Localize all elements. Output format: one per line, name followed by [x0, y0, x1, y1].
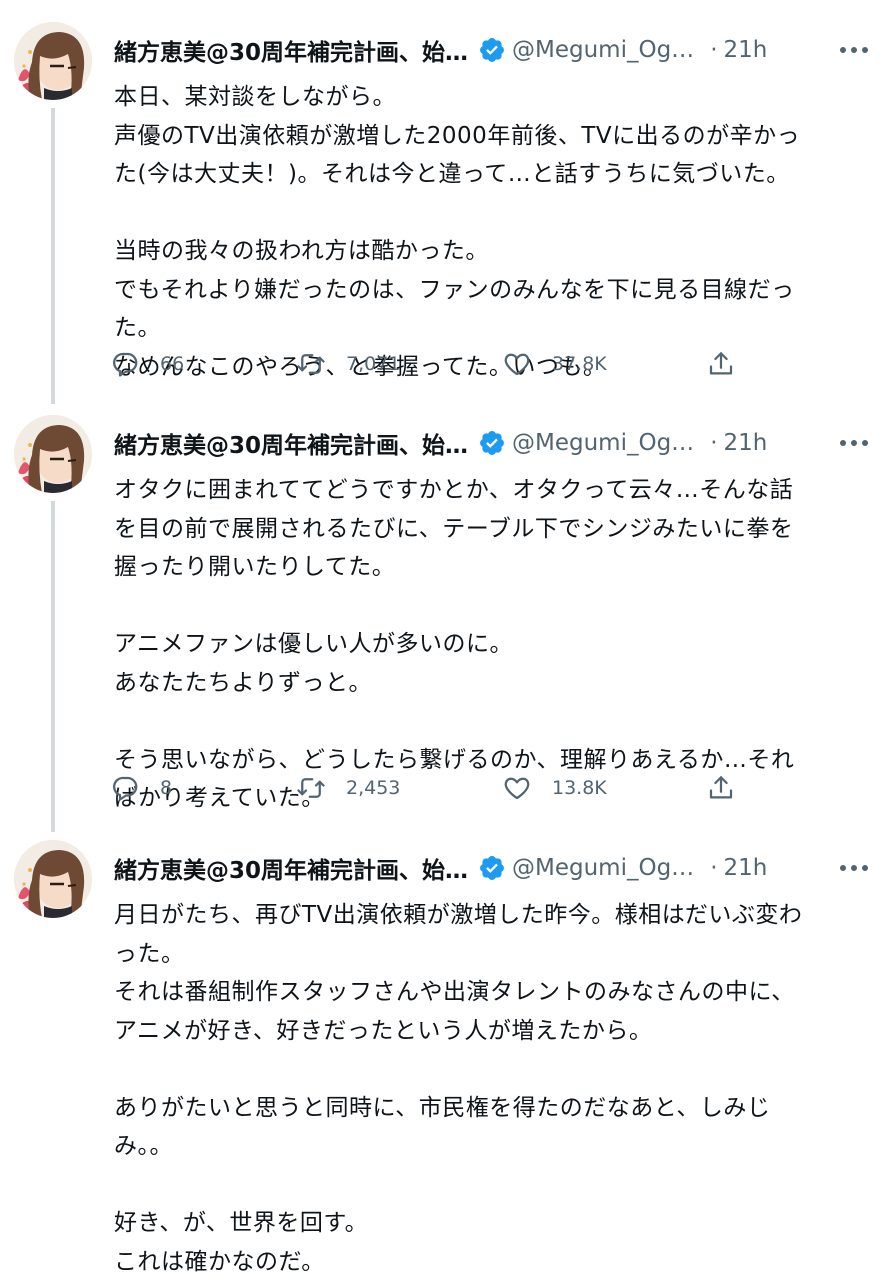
author-handle[interactable]: @Megumi_Og… [512, 37, 694, 63]
retweet-button[interactable]: 7,071 [296, 344, 400, 384]
retweet-icon [296, 773, 326, 803]
tweet-line: た。 [114, 309, 864, 348]
thread-connector-line [51, 108, 55, 404]
more-icon[interactable] [834, 854, 874, 882]
reply-count: 66 [160, 353, 184, 375]
reply-icon [110, 349, 140, 379]
like-icon [502, 349, 532, 379]
reply-icon [110, 773, 140, 803]
reply-button[interactable]: 8 [110, 768, 172, 808]
tweet-line: 本日、某対談をしながら。 [114, 78, 864, 117]
like-icon [502, 773, 532, 803]
tweet-line: あなたたちよりずっと。 [114, 664, 864, 703]
verified-badge-icon [478, 36, 506, 64]
tweet-line: アニメファンは優しい人が多いのに。 [114, 625, 864, 664]
tweet-header: 緒方恵美@30周年補完計画、始… @Megumi_Og… · 21h [114, 30, 876, 70]
timestamp[interactable]: 21h [724, 37, 768, 63]
tweet-text: 月日がたち、再びTV出演依頼が激増した昨今。様相はだいぶ変わ った。 それは番組… [114, 896, 864, 1281]
tweet-line: た(今は大丈夫！)。それは今と違って…と話すうちに気づいた。 [114, 155, 864, 194]
share-icon [706, 773, 736, 803]
more-icon[interactable] [834, 429, 874, 457]
verified-badge-icon [478, 429, 506, 457]
like-count: 37.8K [552, 353, 607, 375]
tweet-line: 握ったり開いたりしてた。 [114, 548, 864, 587]
retweet-count: 2,453 [346, 777, 400, 799]
tweet-text: 本日、某対談をしながら。 声優のTV出演依頼が激増した2000年前後、TVに出る… [114, 78, 864, 386]
like-button[interactable]: 37.8K [502, 344, 607, 384]
author-handle[interactable]: @Megumi_Og… [512, 855, 694, 881]
author-name[interactable]: 緒方恵美@30周年補完計画、始… [114, 33, 468, 67]
retweet-icon [296, 349, 326, 379]
verified-badge-icon [478, 854, 506, 882]
tweet-actions: 66 7,071 37.8K [110, 344, 760, 384]
share-icon [706, 349, 736, 379]
reply-count: 8 [160, 777, 172, 799]
author-name[interactable]: 緒方恵美@30周年補完計画、始… [114, 851, 468, 885]
tweet-actions: 8 2,453 13.8K [110, 768, 760, 808]
avatar[interactable] [14, 22, 92, 100]
tweet-line: 好き、が、世界を回す。 [114, 1204, 864, 1243]
tweet-line: み。。 [114, 1127, 864, 1166]
share-button[interactable] [706, 344, 736, 384]
author-name[interactable]: 緒方恵美@30周年補完計画、始… [114, 426, 468, 460]
tweet-line: オタクに囲まれててどうですかとか、オタクって云々…そんな話 [114, 471, 864, 510]
like-count: 13.8K [552, 777, 607, 799]
tweet-line: 声優のTV出演依頼が激増した2000年前後、TVに出るのが辛かっ [114, 117, 864, 156]
author-handle[interactable]: @Megumi_Og… [512, 430, 694, 456]
tweet-line: 月日がたち、再びTV出演依頼が激増した昨今。様相はだいぶ変わ [114, 896, 864, 935]
timestamp[interactable]: 21h [724, 855, 768, 881]
tweet-line: を目の前で展開されるたびに、テーブル下でシンジみたいに拳を [114, 510, 864, 549]
tweet-text: オタクに囲まれててどうですかとか、オタクって云々…そんな話 を目の前で展開される… [114, 471, 864, 818]
share-button[interactable] [706, 768, 736, 808]
tweet-thread: 緒方恵美@30周年補完計画、始… @Megumi_Og… · 21h 本日、某対… [0, 0, 896, 1223]
like-button[interactable]: 13.8K [502, 768, 607, 808]
timestamp[interactable]: 21h [724, 430, 768, 456]
tweet-header: 緒方恵美@30周年補完計画、始… @Megumi_Og… · 21h [114, 423, 876, 463]
avatar[interactable] [14, 415, 92, 493]
tweet-line: った。 [114, 935, 864, 974]
tweet-line: 当時の我々の扱われ方は酷かった。 [114, 232, 864, 271]
tweet-line: それは番組制作スタッフさんや出演タレントのみなさんの中に、 [114, 973, 864, 1012]
tweet-line: これは確かなのだ。 [114, 1243, 864, 1281]
separator-dot: · [710, 430, 717, 456]
more-icon[interactable] [834, 36, 874, 64]
tweet-header: 緒方恵美@30周年補完計画、始… @Megumi_Og… · 21h [114, 848, 876, 888]
separator-dot: · [710, 37, 717, 63]
thread-connector-line [51, 501, 55, 832]
retweet-button[interactable]: 2,453 [296, 768, 400, 808]
tweet-line: ありがたいと思うと同時に、市民権を得たのだなあと、しみじ [114, 1089, 864, 1128]
retweet-count: 7,071 [346, 353, 400, 375]
reply-button[interactable]: 66 [110, 344, 184, 384]
avatar[interactable] [14, 840, 92, 918]
tweet-line: でもそれより嫌だったのは、ファンのみんなを下に見る目線だっ [114, 271, 864, 310]
separator-dot: · [710, 855, 717, 881]
tweet-line: アニメが好き、好きだったという人が増えたから。 [114, 1012, 864, 1051]
